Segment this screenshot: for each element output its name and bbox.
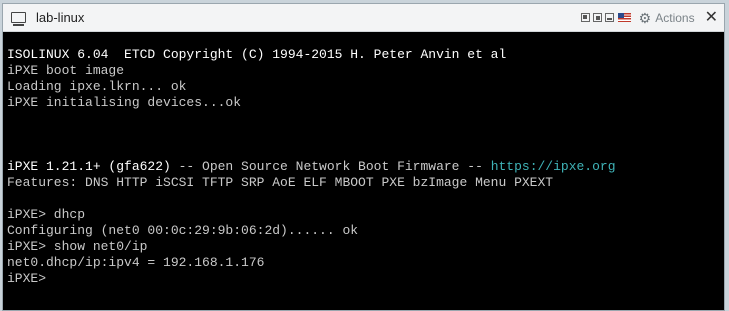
console-text: iPXE initialising devices...ok [7,95,242,110]
console-line: iPXE> [7,271,616,287]
console-window-icon [11,12,26,26]
resize-icon[interactable] [592,13,602,22]
title-bar: lab-linux ⚙ Actions ✕ [3,4,724,32]
remote-console-window: lab-linux ⚙ Actions ✕ ISOLINUX 6.04 ETCD… [2,3,725,311]
console-text: Loading ipxe.lkrn... ok [7,79,187,94]
console-line: iPXE 1.21.1+ (gfa622) -- Open Source Net… [7,159,616,175]
console-text: iPXE 1.21.1+ (gfa622) [7,159,171,174]
console-line: Configuring (net0 00:0c:29:9b:06:2d)....… [7,223,616,239]
console-text: iPXE> [7,271,47,286]
window-title: lab-linux [36,10,85,25]
console-text: iPXE> dhcp [7,207,86,222]
console-line: net0.dhcp/ip:ipv4 = 192.168.1.176 [7,255,616,271]
console-text: net0.dhcp/ip:ipv4 = 192.168.1.176 [7,255,265,270]
title-bar-controls: ⚙ Actions ✕ [578,4,718,31]
close-icon[interactable]: ✕ [705,9,718,26]
console-text: iPXE boot image [7,63,125,78]
console-text: ISOLINUX 6.04 ETCD Copyright (C) 1994-20… [7,47,507,62]
console-text: -- Open Source Network Boot Firmware -- [170,159,491,174]
us-flag-icon[interactable] [617,13,631,22]
console-line: iPXE initialising devices...ok [7,95,616,111]
fit-window-icon[interactable] [580,13,590,22]
actions-menu-button[interactable]: ⚙ Actions [639,11,695,25]
console-line: iPXE> show net0/ip [7,239,616,255]
console-line: Features: DNS HTTP iSCSI TFTP SRP AoE EL… [7,175,616,191]
console-output: ISOLINUX 6.04 ETCD Copyright (C) 1994-20… [7,47,616,287]
actions-label: Actions [655,10,695,25]
console-line: iPXE> dhcp [7,207,616,223]
console-text: Configuring (net0 00:0c:29:9b:06:2d)....… [7,223,359,238]
fullscreen-icon[interactable] [604,13,614,22]
console-line: ISOLINUX 6.04 ETCD Copyright (C) 1994-20… [7,47,616,63]
console-text: iPXE> show net0/ip [7,239,148,254]
console-text: Features: DNS HTTP iSCSI TFTP SRP AoE EL… [7,175,554,190]
console-screen[interactable]: ISOLINUX 6.04 ETCD Copyright (C) 1994-20… [3,32,724,310]
console-line: Loading ipxe.lkrn... ok [7,79,616,95]
console-url-text: https://ipxe.org [490,159,616,174]
gear-icon: ⚙ [638,9,652,26]
console-line: iPXE boot image [7,63,616,79]
